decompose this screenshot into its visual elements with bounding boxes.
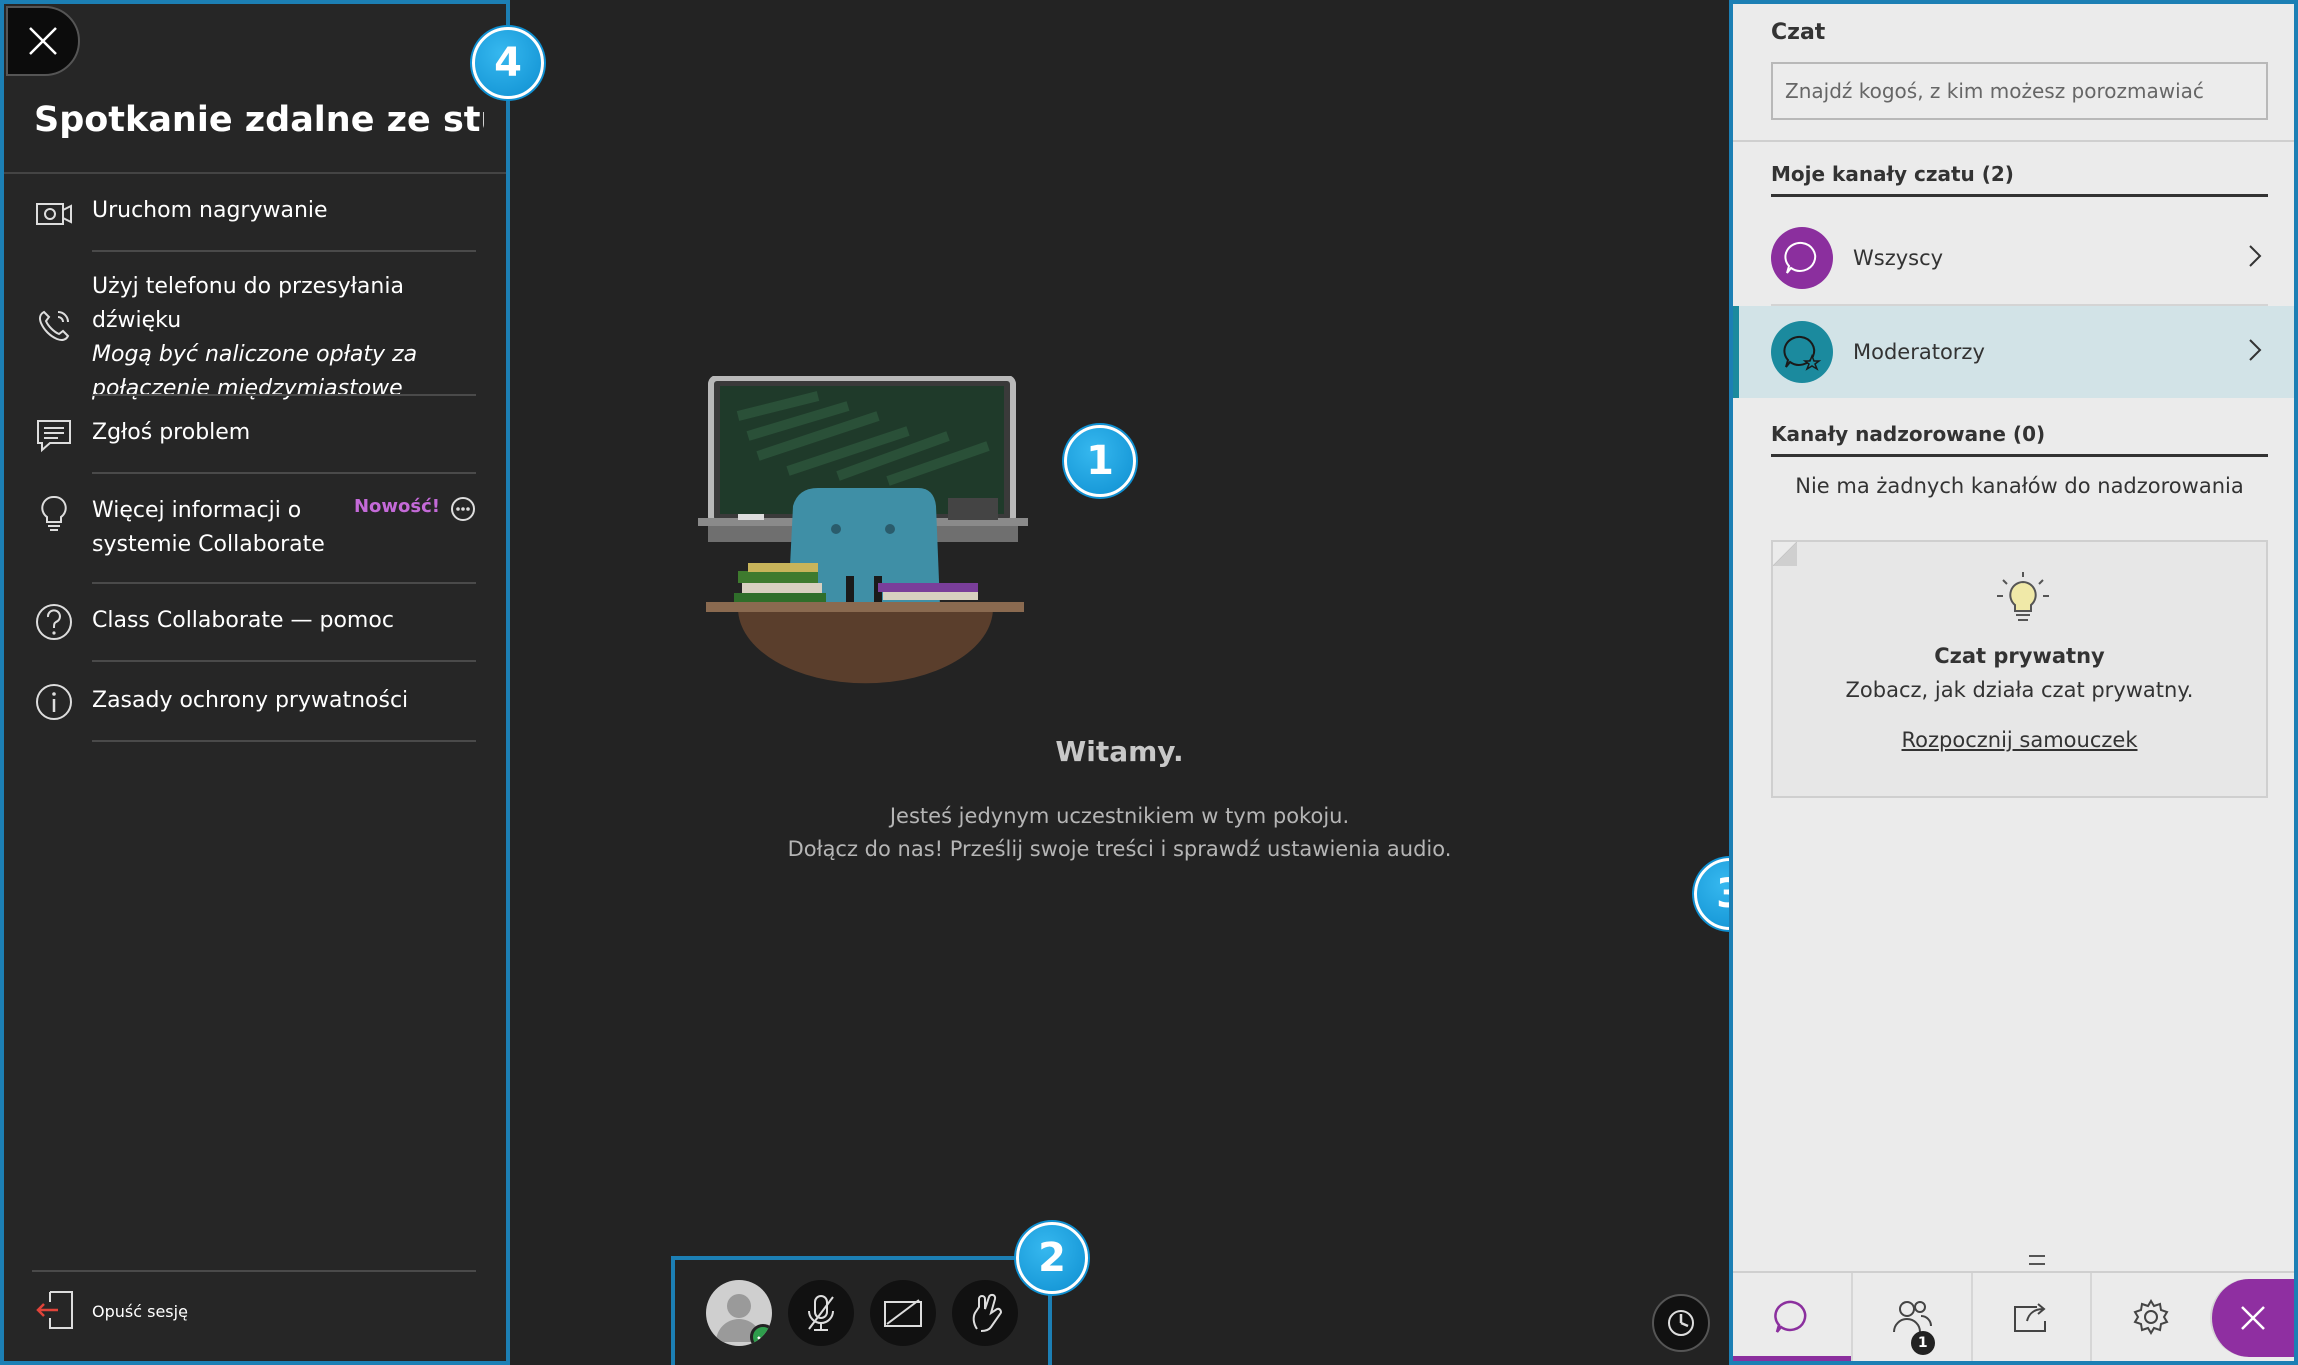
empty-room-line-1: Jesteś jedynym uczestnikiem w tym pokoju… <box>889 804 1350 828</box>
page-fold-icon <box>1773 542 1797 566</box>
menu-item-label: Użyj telefonu do przesyłania dźwięku <box>92 274 404 333</box>
menu-item-help[interactable]: Class Collaborate — pomoc <box>32 584 476 662</box>
my-channels-heading: Moje kanały czatu (2) <box>1771 162 2268 197</box>
microphone-off-icon <box>807 1294 834 1331</box>
menu-item-privacy[interactable]: Zasady ochrony prywatności <box>32 662 476 742</box>
tab-settings[interactable] <box>2090 1273 2210 1361</box>
lightbulb-icon <box>34 494 74 534</box>
tab-participants[interactable]: 1 <box>1850 1255 2045 1361</box>
channel-name: Wszyscy <box>1853 246 1944 270</box>
leave-session-button[interactable]: Opuść sesję <box>32 1272 476 1350</box>
moderator-chat-icon <box>1771 321 1833 383</box>
phone-icon <box>34 306 74 346</box>
network-status-icon <box>1668 1310 1694 1336</box>
menu-item-more-info[interactable]: Więcej informacji o systemie Collaborate… <box>32 474 476 584</box>
menu-item-label: Uruchom nagrywanie <box>92 198 328 223</box>
my-status-button[interactable] <box>705 1279 772 1346</box>
menu-item-label: Zasady ochrony prywatności <box>92 688 409 713</box>
leave-session-icon <box>36 1290 74 1334</box>
tip-title: Czat prywatny <box>1934 644 2105 668</box>
menu-item-report-problem[interactable]: Zgłoś problem <box>32 396 476 474</box>
help-icon <box>34 602 74 642</box>
empty-room-message: Jesteś jedynym uczestnikiem w tym pokoju… <box>510 800 1729 866</box>
tab-share-content[interactable] <box>1970 1273 2091 1361</box>
chat-bubble-icon <box>1774 1300 1807 1333</box>
participants-icon <box>1892 1301 1932 1333</box>
share-icon <box>2014 1303 2047 1332</box>
welcome-heading: Witamy. <box>1055 735 1184 768</box>
private-chat-tip-card: Czat prywatny Zobacz, jak działa czat pr… <box>1771 540 2268 798</box>
chat-bubble-icon <box>1771 227 1833 289</box>
lightbulb-icon <box>1997 572 2049 621</box>
supervised-channels-heading: Kanały nadzorowane (0) <box>1771 422 2268 457</box>
raise-hand-icon <box>972 1293 1002 1332</box>
chevron-right-icon <box>2248 338 2262 366</box>
menu-item-phone-audio[interactable]: Użyj telefonu do przesyłania dźwięku Mog… <box>32 252 476 401</box>
tip-description: Zobacz, jak działa czat prywatny. <box>1845 678 2194 702</box>
close-icon <box>2241 1306 2265 1330</box>
menu-item-label: Więcej informacji o systemie Collaborate <box>92 498 325 557</box>
close-menu-button[interactable] <box>6 6 80 76</box>
drag-handle-icon[interactable] <box>2028 1255 2045 1265</box>
session-menu-list: Uruchom nagrywanie Użyj telefonu do prze… <box>32 174 476 742</box>
channel-name: Moderatorzy <box>1853 340 1985 364</box>
start-tutorial-link[interactable]: Rozpocznij samouczek <box>1773 728 2266 752</box>
session-title: Spotkanie zdalne ze stu... <box>34 100 484 140</box>
collaborate-window: Spotkanie zdalne ze stu... Uruchom nagry… <box>0 0 2298 1365</box>
more-options-icon[interactable] <box>450 496 476 526</box>
callout-1: 1 <box>1064 425 1136 497</box>
new-badge: Nowość! <box>353 496 440 517</box>
divider <box>1733 140 2294 142</box>
close-icon <box>29 27 57 55</box>
empty-room-line-2: Dołącz do nas! Prześlij swoje treści i s… <box>787 837 1452 861</box>
leave-session-label: Opuść sesję <box>92 1301 188 1321</box>
menu-item-label: Class Collaborate — pomoc <box>92 608 394 633</box>
channel-everyone[interactable]: Wszyscy <box>1733 212 2294 304</box>
close-panel-button[interactable] <box>2210 1279 2294 1357</box>
callout-4: 4 <box>472 27 544 99</box>
camera-off-icon <box>883 1298 922 1327</box>
microphone-toggle-button[interactable] <box>787 1279 854 1346</box>
callout-2: 2 <box>1016 1222 1088 1294</box>
gear-icon <box>2133 1299 2169 1335</box>
chevron-right-icon <box>2248 244 2262 272</box>
report-problem-icon <box>34 416 74 456</box>
camera-toggle-button[interactable] <box>869 1279 936 1346</box>
network-status-button[interactable] <box>1652 1294 1710 1352</box>
empty-room-illustration <box>698 375 1033 690</box>
info-icon <box>34 682 74 722</box>
no-supervised-channels-message: Nie ma żadnych kanałów do nadzorowania <box>1795 474 2244 498</box>
chat-search-input[interactable] <box>1771 62 2268 120</box>
tab-chat[interactable] <box>1733 1273 1851 1361</box>
media-controls <box>671 1256 1052 1365</box>
menu-item-start-recording[interactable]: Uruchom nagrywanie <box>32 174 476 252</box>
chat-panel: Czat Moje kanały czatu (2) Wszyscy Moder… <box>1729 0 2298 1365</box>
session-menu-panel: Spotkanie zdalne ze stu... Uruchom nagry… <box>0 0 510 1365</box>
channel-moderators[interactable]: Moderatorzy <box>1733 306 2294 398</box>
panel-tab-bar: 1 <box>1733 1255 2294 1361</box>
participants-count-badge: 1 <box>1910 1331 1935 1355</box>
raise-hand-button[interactable] <box>951 1279 1018 1346</box>
chat-panel-title: Czat <box>1771 20 1826 45</box>
camera-record-icon <box>34 194 74 234</box>
menu-item-label: Zgłoś problem <box>92 420 251 445</box>
